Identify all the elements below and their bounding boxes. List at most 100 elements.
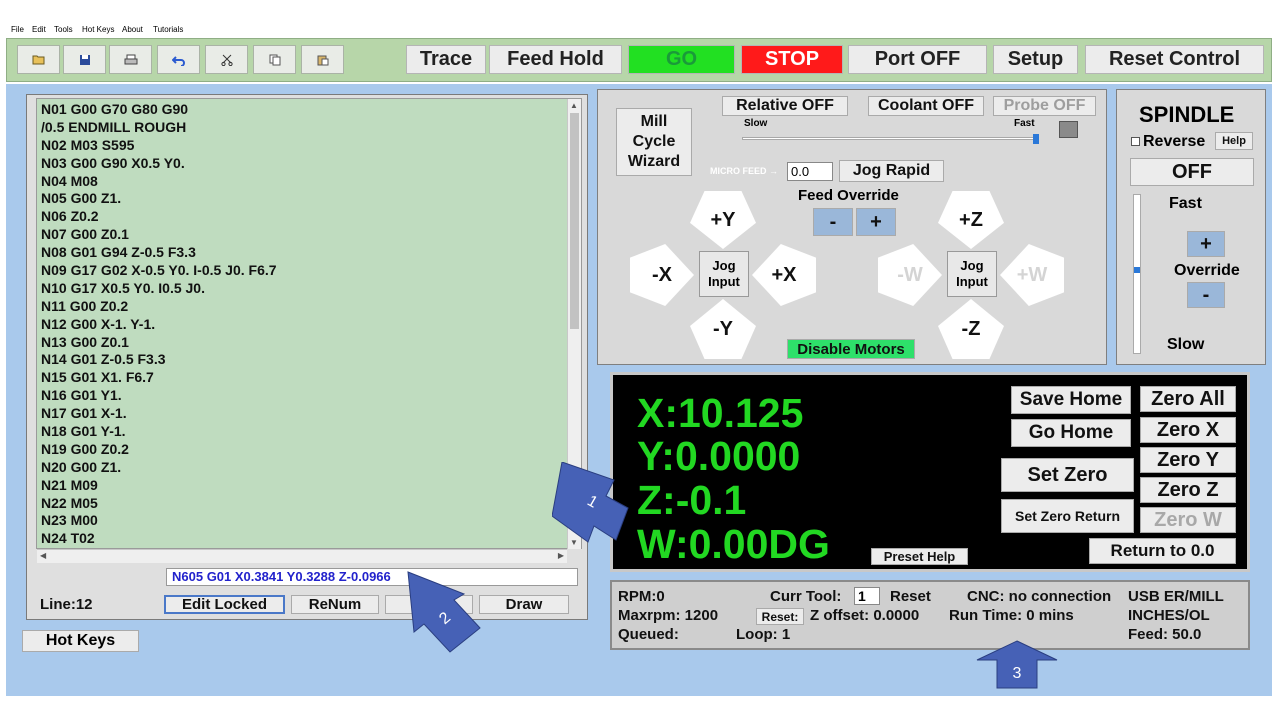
jog-minus-w-button[interactable]: -W xyxy=(878,244,942,306)
zero-w-button[interactable]: Zero W xyxy=(1140,507,1236,533)
jog-plus-x-button[interactable]: +X xyxy=(752,244,816,306)
spindle-speed-thumb[interactable] xyxy=(1134,267,1140,273)
jog-rapid-button[interactable]: Jog Rapid xyxy=(839,160,944,182)
jog-plus-w-button[interactable]: +W xyxy=(1000,244,1064,306)
save-home-button[interactable]: Save Home xyxy=(1011,386,1131,414)
jog-input-xy-button[interactable]: Jog Input xyxy=(699,251,749,297)
relative-button[interactable]: Relative OFF xyxy=(722,96,848,116)
print-icon xyxy=(124,54,137,64)
maxrpm-status: Maxrpm: 1200 xyxy=(618,607,719,624)
coolant-button[interactable]: Coolant OFF xyxy=(868,96,984,116)
gcode-line: N11 G00 Z0.2 xyxy=(41,297,129,314)
feed-hold-button[interactable]: Feed Hold xyxy=(489,45,622,74)
zero-y-button[interactable]: Zero Y xyxy=(1140,447,1236,473)
gcode-editor[interactable]: N01 G00 G70 G80 G90/0.5 ENDMILL ROUGH N02… xyxy=(36,98,582,549)
menu-tutorials[interactable]: Tutorials xyxy=(153,25,183,34)
gcode-line: N13 G00 Z0.1 xyxy=(41,333,129,350)
menu-tools[interactable]: Tools xyxy=(54,25,73,34)
menu-file[interactable]: File xyxy=(11,25,24,34)
menu-edit[interactable]: Edit xyxy=(32,25,46,34)
reset-control-button[interactable]: Reset Control xyxy=(1085,45,1264,74)
menu-bar: File Edit Tools Hot Keys About Tutorials xyxy=(0,0,1280,40)
cut-button[interactable] xyxy=(205,45,248,74)
setup-button[interactable]: Setup xyxy=(993,45,1078,74)
jog-speed-slow-label: Slow xyxy=(744,118,768,129)
scroll-right-arrow-icon[interactable]: ▶ xyxy=(558,551,564,560)
draw-button[interactable]: Draw xyxy=(479,595,569,614)
zero-z-button[interactable]: Zero Z xyxy=(1140,477,1236,503)
preset-help-button[interactable]: Preset Help xyxy=(871,548,968,565)
scroll-left-arrow-icon[interactable]: ◀ xyxy=(40,551,46,560)
jog-plus-z-button[interactable]: +Z xyxy=(938,191,1004,249)
scroll-up-arrow-icon[interactable]: ▲ xyxy=(570,101,578,110)
jog-minus-z-button[interactable]: -Z xyxy=(938,299,1004,359)
spindle-override-plus-button[interactable]: + xyxy=(1187,231,1225,257)
probe-button[interactable]: Probe OFF xyxy=(993,96,1096,116)
z-offset-status: Z offset: 0.0000 xyxy=(810,607,920,624)
jog-speed-thumb[interactable] xyxy=(1033,134,1039,144)
go-button[interactable]: GO xyxy=(628,45,735,74)
gcode-line: N20 G00 Z1. xyxy=(41,458,122,475)
line-number-label: Line:12 xyxy=(40,596,93,613)
reverse-checkbox[interactable] xyxy=(1131,137,1140,146)
mill-cycle-wizard-button[interactable]: Mill Cycle Wizard xyxy=(616,108,692,176)
undo-icon xyxy=(171,55,185,66)
app-window: File Edit Tools Hot Keys About Tutorials… xyxy=(0,0,1280,720)
return-to-zero-button[interactable]: Return to 0.0 xyxy=(1089,538,1236,564)
loop-status: Loop: 1 xyxy=(736,626,791,643)
menu-about[interactable]: About xyxy=(122,25,143,34)
open-file-button[interactable] xyxy=(17,45,60,74)
save-file-button[interactable] xyxy=(63,45,106,74)
scroll-thumb[interactable] xyxy=(570,113,579,329)
gcode-line: N19 G00 Z0.2 xyxy=(41,440,129,457)
jog-plus-y-button[interactable]: +Y xyxy=(690,191,756,249)
jog-minus-x-button[interactable]: -X xyxy=(630,244,694,306)
print-button[interactable] xyxy=(109,45,152,74)
zero-x-button[interactable]: Zero X xyxy=(1140,417,1236,443)
jog-minus-y-button[interactable]: -Y xyxy=(690,299,756,359)
edit-locked-button[interactable]: Edit Locked xyxy=(164,595,285,614)
spindle-help-button[interactable]: Help xyxy=(1215,132,1253,150)
stop-button[interactable]: STOP xyxy=(741,45,843,74)
hot-keys-button[interactable]: Hot Keys xyxy=(22,630,139,652)
copy-icon xyxy=(269,54,280,65)
undo-button[interactable] xyxy=(157,45,200,74)
spindle-fast-label: Fast xyxy=(1169,195,1202,212)
jog-speed-slider[interactable] xyxy=(742,134,1039,144)
jog-speed-fast-label: Fast xyxy=(1014,118,1035,129)
zero-all-button[interactable]: Zero All xyxy=(1140,386,1236,412)
port-button[interactable]: Port OFF xyxy=(848,45,987,74)
disable-motors-button[interactable]: Disable Motors xyxy=(787,339,915,359)
gcode-line: N08 G01 G94 Z-0.5 F3.3 xyxy=(41,244,196,261)
set-zero-button[interactable]: Set Zero xyxy=(1001,458,1134,492)
micro-feed-input[interactable]: 0.0 xyxy=(787,162,833,181)
feed-override-minus-button[interactable]: - xyxy=(813,208,853,236)
feed-override-plus-button[interactable]: + xyxy=(856,208,896,236)
menu-hot-keys[interactable]: Hot Keys xyxy=(82,25,114,34)
spindle-override-minus-button[interactable]: - xyxy=(1187,282,1225,308)
jog-input-zw-button[interactable]: Jog Input xyxy=(947,251,997,297)
z-offset-reset-button[interactable]: Reset: xyxy=(756,608,804,625)
gcode-line: N07 G00 Z0.1 xyxy=(41,226,129,243)
spindle-state-button[interactable]: OFF xyxy=(1130,158,1254,186)
set-zero-return-button[interactable]: Set Zero Return xyxy=(1001,499,1134,533)
gcode-line: N24 T02 xyxy=(41,530,95,547)
feed-status: Feed: 50.0 xyxy=(1128,626,1202,643)
usb-machine-status: USB ER/MILL xyxy=(1128,588,1224,605)
gcode-line: /0.5 ENDMILL ROUGH xyxy=(41,118,187,135)
go-home-button[interactable]: Go Home xyxy=(1011,419,1131,447)
curr-tool-input[interactable]: 1 xyxy=(854,587,880,605)
trace-button[interactable]: Trace xyxy=(406,45,486,74)
units-status: INCHES/OL xyxy=(1128,607,1210,624)
status-panel: RPM:0 Maxrpm: 1200 Queued: Curr Tool: 1 … xyxy=(610,580,1250,650)
spindle-speed-slider[interactable] xyxy=(1133,194,1141,354)
horizontal-scrollbar[interactable]: ◀ ▶ xyxy=(37,549,567,563)
copy-button[interactable] xyxy=(253,45,296,74)
gcode-line: N03 G00 G90 X0.5 Y0. xyxy=(41,154,185,171)
gcode-line: N17 G01 X-1. xyxy=(41,405,127,422)
paste-button[interactable] xyxy=(301,45,344,74)
renum-button[interactable]: ReNum xyxy=(291,595,379,614)
gcode-lines: N01 G00 G70 G80 G90/0.5 ENDMILL ROUGH N02… xyxy=(41,101,277,548)
dro-panel: X:10.125 Y:0.0000 Z:-0.1 W:0.00DG Save H… xyxy=(610,372,1250,572)
dro-w-readout: W:0.00DG xyxy=(637,521,830,567)
